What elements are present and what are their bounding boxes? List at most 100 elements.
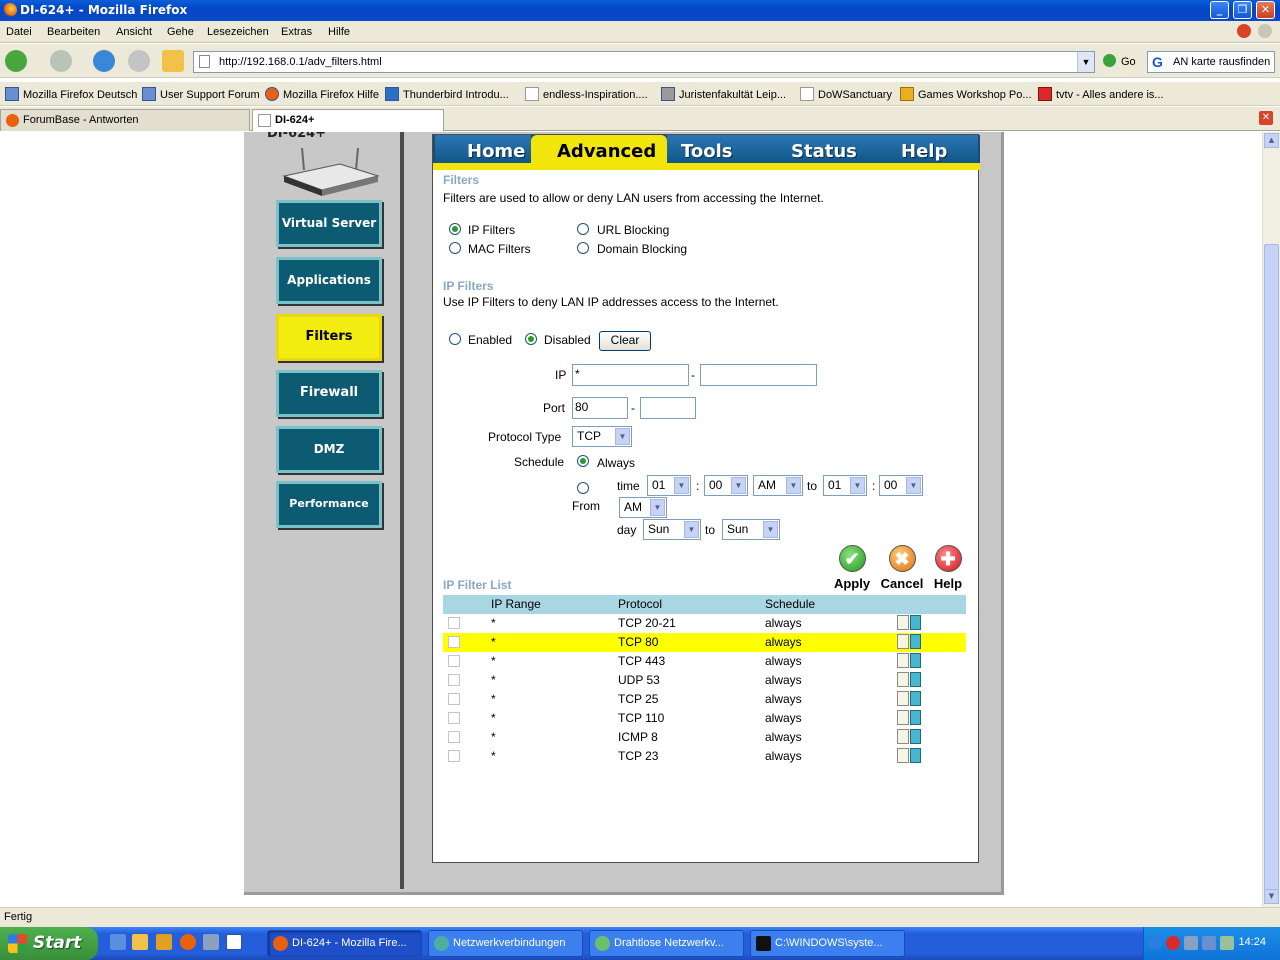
- task-wireless[interactable]: Drahtlose Netzwerkv...: [589, 930, 744, 957]
- row-checkbox[interactable]: [448, 750, 460, 762]
- menu-lesezeichen[interactable]: Lesezeichen: [207, 26, 269, 38]
- edit-icon[interactable]: [897, 691, 909, 706]
- task-firefox[interactable]: DI-624+ - Mozilla Fire...: [267, 930, 422, 957]
- bookmark-item[interactable]: tvtv - Alles andere is...: [1038, 87, 1164, 101]
- table-row[interactable]: * TCP 20-21 always: [443, 614, 966, 633]
- bookmark-item[interactable]: User Support Forum: [142, 87, 260, 101]
- delete-icon[interactable]: [910, 729, 921, 744]
- edit-icon[interactable]: [897, 653, 909, 668]
- close-window-button[interactable]: ✕: [1256, 1, 1275, 19]
- edit-icon[interactable]: [897, 748, 909, 763]
- sidebar-firewall-button[interactable]: Firewall: [276, 370, 382, 417]
- table-row[interactable]: * UDP 53 always: [443, 671, 966, 690]
- minimize-button[interactable]: _: [1210, 1, 1229, 19]
- delete-icon[interactable]: [910, 748, 921, 763]
- row-checkbox[interactable]: [448, 674, 460, 686]
- delete-icon[interactable]: [910, 634, 921, 649]
- menu-ansicht[interactable]: Ansicht: [116, 26, 152, 38]
- start-hour-select[interactable]: 01 ▼: [647, 475, 691, 496]
- end-day-select[interactable]: Sun ▼: [722, 519, 780, 540]
- row-checkbox[interactable]: [448, 693, 460, 705]
- enabled-radio[interactable]: [449, 333, 461, 345]
- ip-start-input[interactable]: *: [572, 364, 689, 386]
- security-alert-icon[interactable]: [1166, 936, 1180, 950]
- sidebar-filters-button[interactable]: Filters: [276, 314, 382, 361]
- mac-filters-radio[interactable]: [449, 242, 461, 254]
- end-min-select[interactable]: 00 ▼: [879, 475, 923, 496]
- ip-end-input[interactable]: [700, 364, 817, 386]
- start-ampm-select[interactable]: AM ▼: [753, 475, 803, 496]
- tab-di624[interactable]: DI-624+: [252, 109, 444, 131]
- scroll-down-icon[interactable]: ▼: [1264, 889, 1279, 904]
- url-bar[interactable]: http://192.168.0.1/adv_filters.html ▼: [193, 51, 1095, 73]
- tab-forumbase[interactable]: ForumBase - Antworten: [0, 109, 250, 131]
- back-icon[interactable]: [5, 50, 27, 72]
- close-tab-icon[interactable]: ✕: [1259, 111, 1273, 125]
- url-blocking-radio[interactable]: [577, 223, 589, 235]
- edit-icon[interactable]: [897, 634, 909, 649]
- word-icon[interactable]: [226, 934, 242, 950]
- clear-button[interactable]: Clear: [599, 331, 651, 351]
- forward-icon[interactable]: [50, 50, 72, 72]
- start-day-select[interactable]: Sun ▼: [643, 519, 701, 540]
- bookmark-item[interactable]: Games Workshop Po...: [900, 87, 1032, 101]
- scroll-thumb[interactable]: [1264, 244, 1279, 891]
- sidebar-applications-button[interactable]: Applications: [276, 257, 382, 304]
- apply-button[interactable]: ✔ Apply: [831, 545, 873, 591]
- tray-arrow-icon[interactable]: [1148, 936, 1162, 950]
- table-row[interactable]: * ICMP 8 always: [443, 728, 966, 747]
- row-checkbox[interactable]: [448, 636, 460, 648]
- delete-icon[interactable]: [910, 615, 921, 630]
- ie-icon[interactable]: [110, 934, 126, 950]
- task-network-connections[interactable]: Netzwerkverbindungen: [428, 930, 583, 957]
- schedule-from-radio[interactable]: [577, 482, 589, 494]
- start-button[interactable]: Start: [0, 927, 98, 960]
- bookmark-item[interactable]: Juristenfakultät Leip...: [661, 87, 786, 101]
- bookmark-item[interactable]: Thunderbird Introdu...: [385, 87, 509, 101]
- end-ampm-select[interactable]: AM ▼: [619, 497, 667, 518]
- delete-icon[interactable]: [910, 672, 921, 687]
- vertical-scrollbar[interactable]: ▲ ▼: [1262, 132, 1280, 907]
- menu-datei[interactable]: Datei: [6, 26, 32, 38]
- winamp-icon[interactable]: [156, 934, 172, 950]
- table-row[interactable]: * TCP 443 always: [443, 652, 966, 671]
- url-dropdown-icon[interactable]: ▼: [1077, 52, 1094, 72]
- network-tray-icon[interactable]: [1184, 936, 1198, 950]
- stop-loading-icon[interactable]: [1237, 24, 1251, 38]
- delete-icon[interactable]: [910, 710, 921, 725]
- menu-hilfe[interactable]: Hilfe: [328, 26, 350, 38]
- delete-icon[interactable]: [910, 653, 921, 668]
- menu-gehe[interactable]: Gehe: [167, 26, 194, 38]
- edit-icon[interactable]: [897, 729, 909, 744]
- bookmark-item[interactable]: endless-Inspiration....: [525, 87, 648, 101]
- schedule-always-radio[interactable]: [577, 455, 589, 467]
- start-min-select[interactable]: 00 ▼: [704, 475, 748, 496]
- table-row[interactable]: * TCP 110 always: [443, 709, 966, 728]
- edit-icon[interactable]: [897, 615, 909, 630]
- sidebar-virtual-server-button[interactable]: Virtual Server: [276, 200, 382, 247]
- app-icon[interactable]: [203, 934, 219, 950]
- task-console[interactable]: C:\WINDOWS\syste...: [750, 930, 905, 957]
- disabled-radio[interactable]: [525, 333, 537, 345]
- maximize-button[interactable]: ❐: [1233, 1, 1252, 19]
- end-hour-select[interactable]: 01 ▼: [823, 475, 867, 496]
- row-checkbox[interactable]: [448, 655, 460, 667]
- port-start-input[interactable]: 80: [572, 397, 628, 419]
- table-row[interactable]: * TCP 23 always: [443, 747, 966, 766]
- cancel-button[interactable]: ✖ Cancel: [877, 545, 927, 591]
- table-row[interactable]: * TCP 25 always: [443, 690, 966, 709]
- bookmark-item[interactable]: Mozilla Firefox Deutsch: [5, 87, 137, 101]
- explorer-icon[interactable]: [132, 934, 148, 950]
- bookmark-item[interactable]: DoWSanctuary: [800, 87, 892, 101]
- home-icon[interactable]: [162, 50, 184, 72]
- volume-icon[interactable]: [1202, 936, 1216, 950]
- port-end-input[interactable]: [640, 397, 696, 419]
- table-row[interactable]: * TCP 80 always: [443, 633, 966, 652]
- sidebar-dmz-button[interactable]: DMZ: [276, 426, 382, 473]
- delete-icon[interactable]: [910, 691, 921, 706]
- protocol-select[interactable]: TCP ▼: [572, 426, 632, 447]
- reload-icon[interactable]: [93, 50, 115, 72]
- help-button[interactable]: ✚ Help: [930, 545, 966, 591]
- ip-filters-radio[interactable]: [449, 223, 461, 235]
- go-button[interactable]: Go: [1103, 54, 1136, 68]
